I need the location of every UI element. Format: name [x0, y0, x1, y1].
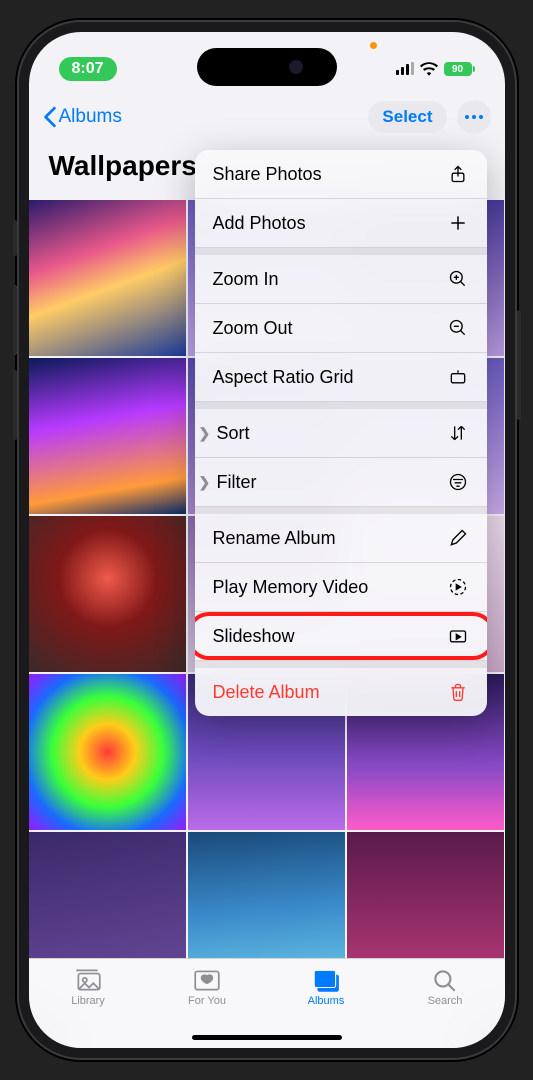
filter-icon — [447, 471, 469, 493]
menu-play-memory[interactable]: Play Memory Video — [195, 563, 487, 612]
screen: 8:07 90 Albums Select — [29, 32, 505, 1048]
menu-add-photos[interactable]: Add Photos — [195, 199, 487, 248]
menu-delete-album[interactable]: Delete Album — [195, 661, 487, 716]
menu-filter[interactable]: ❯ Filter — [195, 458, 487, 507]
wifi-icon — [420, 62, 438, 76]
back-button[interactable]: Albums — [43, 106, 122, 128]
status-right: 90 — [396, 62, 475, 76]
share-icon — [447, 163, 469, 185]
menu-aspect-ratio[interactable]: Aspect Ratio Grid — [195, 353, 487, 402]
photo-thumbnail[interactable] — [29, 358, 186, 514]
photo-thumbnail[interactable] — [29, 832, 186, 958]
menu-zoom-out[interactable]: Zoom Out — [195, 304, 487, 353]
aspect-ratio-icon — [447, 366, 469, 388]
cellular-icon — [396, 63, 414, 75]
mute-switch — [13, 220, 17, 256]
status-time: 8:07 — [59, 57, 117, 81]
photo-thumbnail[interactable] — [347, 832, 504, 958]
menu-rename-album[interactable]: Rename Album — [195, 507, 487, 563]
tab-albums[interactable]: Albums — [267, 967, 386, 1007]
power-button — [517, 310, 521, 420]
nav-bar: Albums Select — [29, 92, 505, 142]
plus-icon — [447, 212, 469, 234]
dynamic-island — [197, 48, 337, 86]
trash-icon — [447, 681, 469, 703]
volume-down-button — [13, 370, 17, 440]
context-menu: Share Photos Add Photos Zoom In Zoom Out… — [195, 150, 487, 716]
for-you-icon — [192, 967, 222, 993]
zoom-in-icon — [447, 268, 469, 290]
photo-thumbnail[interactable] — [29, 516, 186, 672]
library-icon — [73, 967, 103, 993]
search-icon — [430, 967, 460, 993]
home-indicator[interactable] — [192, 1035, 342, 1040]
phone-frame: 8:07 90 Albums Select — [17, 20, 517, 1060]
photo-thumbnail[interactable] — [29, 200, 186, 356]
pencil-icon — [447, 527, 469, 549]
chevron-right-icon: ❯ — [199, 474, 211, 491]
menu-share-photos[interactable]: Share Photos — [195, 150, 487, 199]
menu-slideshow[interactable]: Slideshow — [195, 612, 487, 661]
ellipsis-icon — [464, 114, 484, 120]
chevron-left-icon — [43, 106, 57, 128]
memory-icon — [447, 576, 469, 598]
back-label: Albums — [59, 106, 122, 128]
tab-search[interactable]: Search — [386, 967, 505, 1007]
battery-icon: 90 — [444, 62, 475, 76]
sort-icon — [447, 422, 469, 444]
menu-sort[interactable]: ❯ Sort — [195, 402, 487, 458]
menu-zoom-in[interactable]: Zoom In — [195, 248, 487, 304]
photo-thumbnail[interactable] — [29, 674, 186, 830]
albums-icon — [311, 967, 341, 993]
album-title: Wallpapers — [49, 150, 197, 182]
tab-for-you[interactable]: For You — [148, 967, 267, 1007]
photo-thumbnail[interactable] — [188, 832, 345, 958]
tab-library[interactable]: Library — [29, 967, 148, 1007]
select-button[interactable]: Select — [368, 101, 446, 133]
slideshow-icon — [447, 625, 469, 647]
chevron-right-icon: ❯ — [199, 425, 211, 442]
volume-up-button — [13, 285, 17, 355]
zoom-out-icon — [447, 317, 469, 339]
more-button[interactable] — [457, 100, 491, 134]
